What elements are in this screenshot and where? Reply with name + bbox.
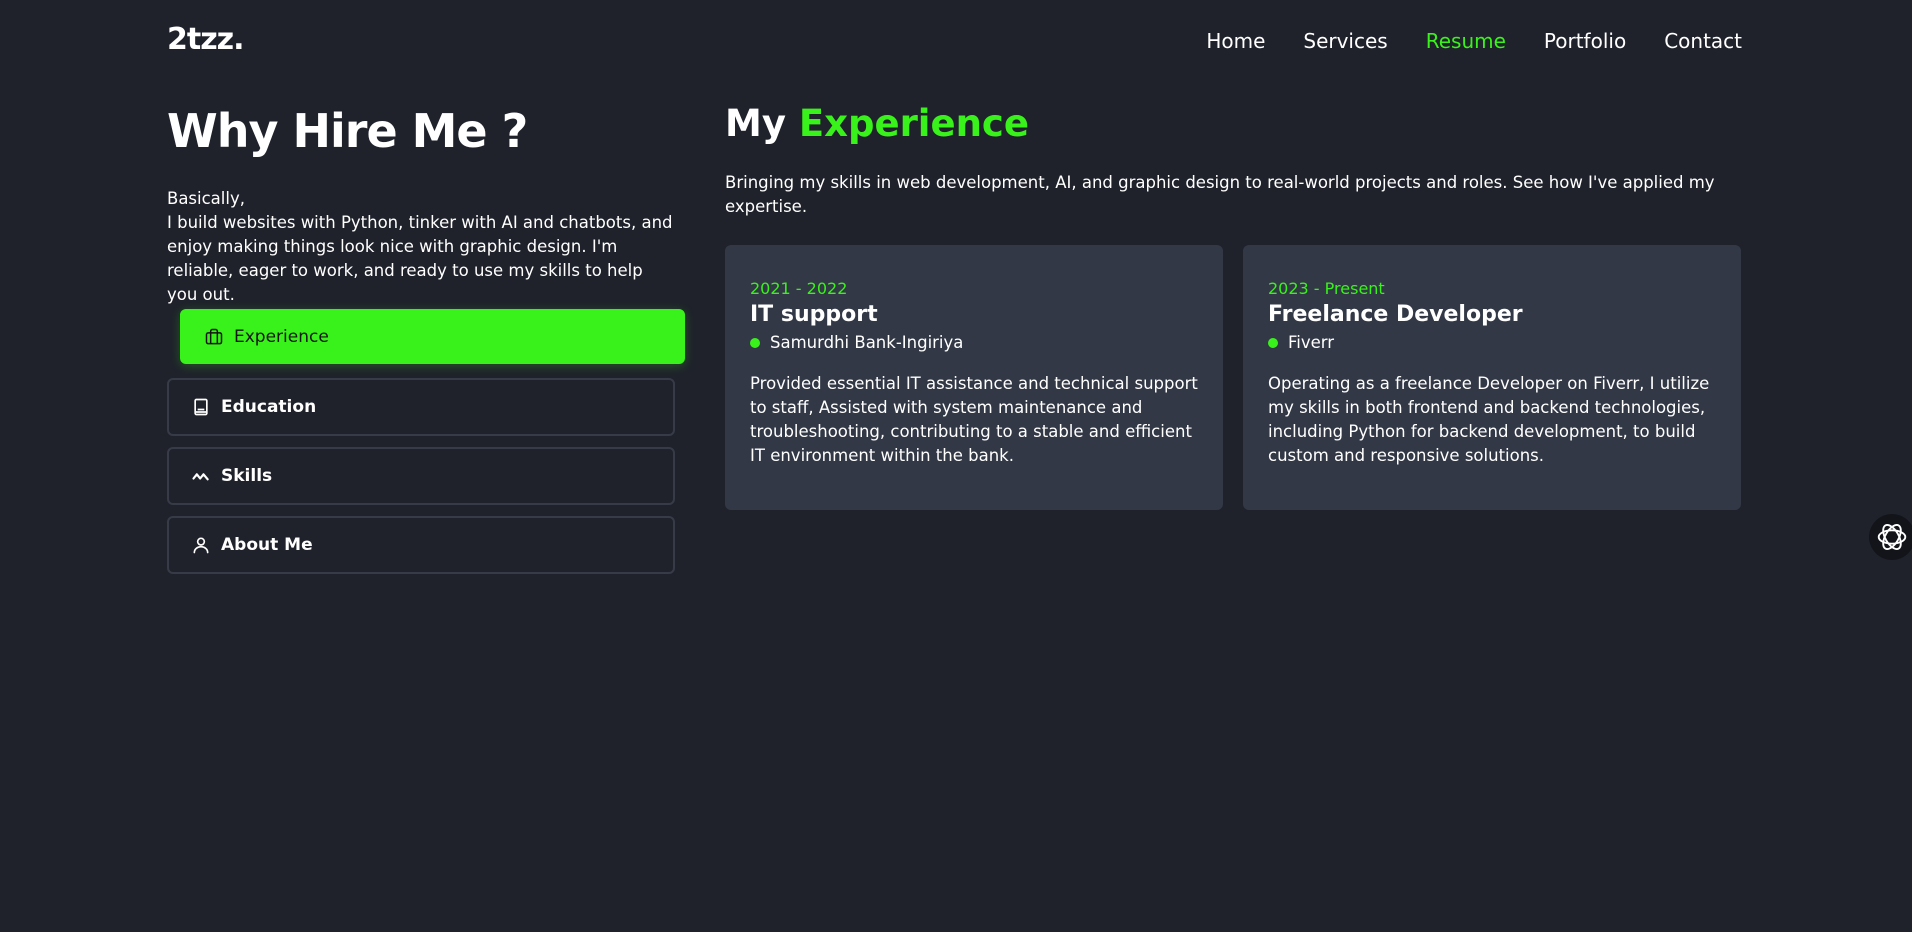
site-logo[interactable]: 2tzz. <box>167 22 245 57</box>
card-role: Freelance Developer <box>1268 302 1523 327</box>
card-org-name: Fiverr <box>1288 333 1335 352</box>
nav-home[interactable]: Home <box>1206 29 1265 53</box>
tab-experience[interactable]: Experience <box>180 309 685 364</box>
why-hire-title: Why Hire Me ? <box>167 104 528 158</box>
tab-education-label: Education <box>221 397 317 417</box>
briefcase-icon <box>204 327 224 347</box>
card-org: Fiverr <box>1268 333 1716 352</box>
experience-card: 2021 - 2022 IT support Samurdhi Bank-Ing… <box>725 245 1223 510</box>
intro-line-2: I build websites with Python, tinker wit… <box>167 213 673 304</box>
card-role: IT support <box>750 302 878 327</box>
card-period: 2023 - Present <box>1268 279 1385 298</box>
nav-resume[interactable]: Resume <box>1426 29 1506 53</box>
tab-about-me[interactable]: About Me <box>167 516 675 574</box>
card-org: Samurdhi Bank-Ingiriya <box>750 333 1198 352</box>
resume-page: 2tzz. Home Services Resume Portfolio Con… <box>0 0 1912 932</box>
main-nav: Home Services Resume Portfolio Contact <box>1206 29 1742 53</box>
nav-services[interactable]: Services <box>1303 29 1387 53</box>
tab-experience-label: Experience <box>234 326 329 347</box>
tab-skills-label: Skills <box>221 466 273 486</box>
experience-title: My Experience <box>725 102 1029 145</box>
nav-contact[interactable]: Contact <box>1664 29 1742 53</box>
experience-title-prefix: My <box>725 102 786 145</box>
nav-portfolio[interactable]: Portfolio <box>1544 29 1626 53</box>
org-dot-icon <box>1268 337 1278 348</box>
card-text: Provided essential IT assistance and tec… <box>750 374 1198 465</box>
book-icon <box>191 397 211 417</box>
user-icon <box>191 535 211 555</box>
org-dot-icon <box>750 337 760 348</box>
experience-title-accent: Experience <box>798 102 1029 145</box>
tab-skills[interactable]: Skills <box>167 447 675 505</box>
tab-education[interactable]: Education <box>167 378 675 436</box>
intro-text: Basically, I build websites with Python,… <box>167 187 677 307</box>
card-period: 2021 - 2022 <box>750 279 848 298</box>
chat-widget-icon <box>1877 524 1907 550</box>
chat-widget-button[interactable] <box>1869 514 1912 560</box>
wave-icon <box>191 466 211 486</box>
experience-card: 2023 - Present Freelance Developer Fiver… <box>1243 245 1741 510</box>
tab-about-me-label: About Me <box>221 535 313 555</box>
card-text: Operating as a freelance Developer on Fi… <box>1268 374 1710 465</box>
experience-description: Bringing my skills in web development, A… <box>725 173 1715 216</box>
card-org-name: Samurdhi Bank-Ingiriya <box>770 333 964 352</box>
intro-line-1: Basically, <box>167 189 245 208</box>
